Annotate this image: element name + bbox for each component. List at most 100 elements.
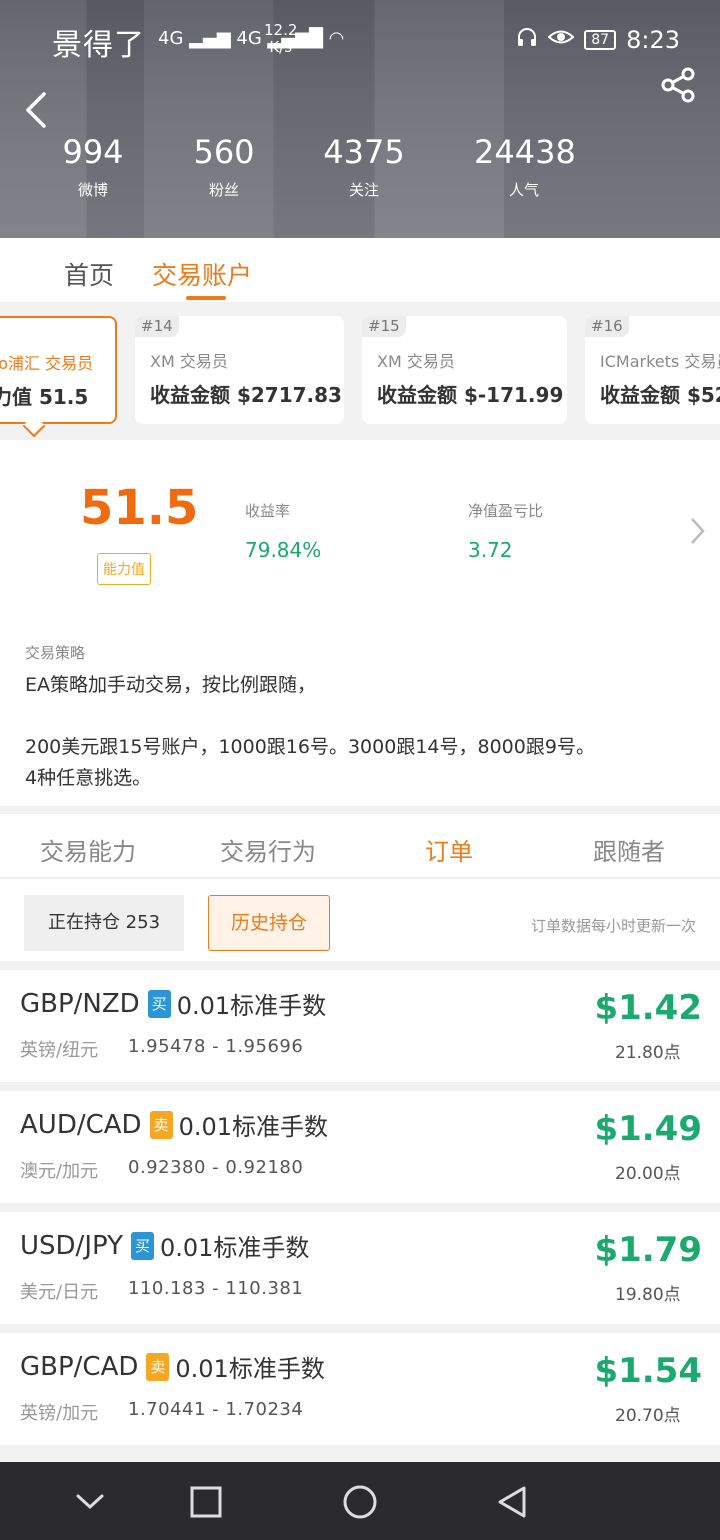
share-button[interactable] <box>660 66 698 104</box>
strategy-line: 4种任意挑选。 <box>25 767 152 789</box>
network-type-icon: 4G <box>158 28 184 49</box>
strategy-description: EA策略加手动交易，按比例跟随， 200美元跟15号账户，1000跟16号。30… <box>25 670 705 794</box>
order-filter-bar: 正在持仓 253 历史持仓 订单数据每小时更新一次 <box>0 879 720 961</box>
currency-pair: AUD/CAD <box>20 1109 142 1140</box>
share-icon <box>661 67 695 103</box>
currency-pair-chinese: 澳元/加元 <box>20 1161 99 1182</box>
order-profit: $1.79 <box>594 1230 702 1270</box>
nav-home-button[interactable] <box>342 1484 378 1520</box>
signal-bars-icon: ▂▄▆ <box>189 28 231 49</box>
stat-label: 关注 <box>348 181 379 199</box>
status-right-group: 87 8:23 <box>516 26 680 54</box>
account-amount: 收益金额 $52 <box>600 383 720 407</box>
triangle-back-icon <box>498 1486 526 1518</box>
back-button[interactable] <box>22 90 52 130</box>
network-speed-value: 12.2 <box>264 21 298 39</box>
ability-score-badge: 能力值 <box>97 553 151 585</box>
order-row[interactable]: USD/JPY 买 0.01标准手数 美元/日元 110.183 - 110.3… <box>0 1212 720 1324</box>
current-positions-button[interactable]: 正在持仓 253 <box>24 895 184 951</box>
update-frequency-note: 订单数据每小时更新一次 <box>530 917 696 935</box>
order-profit: $1.54 <box>594 1351 702 1391</box>
order-row[interactable]: AUD/CAD 卖 0.01标准手数 澳元/加元 0.92380 - 0.921… <box>0 1091 720 1203</box>
summary-detail-button[interactable] <box>688 516 708 546</box>
nav-recents-button[interactable] <box>188 1484 224 1520</box>
eye-comfort-icon <box>547 27 575 53</box>
account-card[interactable]: #16 ICMarkets 交易员 收益金额 $52 <box>585 316 720 424</box>
tab-followers[interactable]: 跟随者 <box>593 832 665 867</box>
lot-size: 0.01标准手数 <box>159 1234 310 1262</box>
currency-pair: GBP/CAD <box>20 1351 139 1382</box>
lot-size: 0.01标准手数 <box>175 1355 325 1383</box>
square-icon <box>190 1486 222 1518</box>
tab-trading-ability[interactable]: 交易能力 <box>40 832 136 867</box>
account-amount: 收益金额 $-171.99 <box>377 383 564 407</box>
order-points: 20.70点 <box>615 1406 681 1426</box>
system-navigation-bar <box>0 1462 720 1540</box>
order-points: 20.00点 <box>615 1164 681 1184</box>
account-card-carousel[interactable]: ro浦汇 交易员 力值 51.5 #14 XM 交易员 收益金额 $2717.8… <box>0 302 720 438</box>
order-points: 21.80点 <box>615 1043 681 1063</box>
currency-pair-chinese: 英镑/纽元 <box>20 1040 99 1061</box>
carrier-label: 景得了 <box>52 28 145 63</box>
chevron-right-icon <box>691 518 705 544</box>
tab-trading-account[interactable]: 交易账户 <box>152 256 252 292</box>
clock: 8:23 <box>626 26 680 54</box>
order-points: 19.80点 <box>615 1285 681 1305</box>
ability-score: 51.5 <box>80 480 199 536</box>
chevron-down-icon <box>76 1494 104 1510</box>
account-broker: XM 交易员 <box>150 352 228 371</box>
account-card-selected[interactable]: ro浦汇 交易员 力值 51.5 <box>0 316 117 424</box>
account-rank-badge: #14 <box>135 316 179 337</box>
strategy-line: 200美元跟15号账户，1000跟16号。3000跟14号，8000跟9号。 <box>25 736 595 758</box>
strategy-label: 交易策略 <box>25 644 86 662</box>
history-positions-button[interactable]: 历史持仓 <box>208 895 330 951</box>
buy-side-badge: 买 <box>130 1231 154 1260</box>
account-amount: 力值 51.5 <box>0 385 89 409</box>
stat-fans[interactable]: 560 粉丝 <box>193 133 255 200</box>
currency-pair-chinese: 美元/日元 <box>20 1282 99 1303</box>
account-broker: ro浦汇 交易员 <box>0 354 94 373</box>
currency-pair: USD/JPY <box>20 1230 123 1261</box>
order-row[interactable]: GBP/NZD 买 0.01标准手数 英镑/纽元 1.95478 - 1.956… <box>0 970 720 1082</box>
stat-label: 微博 <box>77 181 108 199</box>
stat-label: 粉丝 <box>208 181 239 199</box>
currency-pair: GBP/NZD <box>20 988 140 1019</box>
return-rate-label: 收益率 <box>245 502 291 520</box>
network-speed: 12.2 K/s <box>264 22 297 56</box>
profile-header: 景得了 4G ▂▄▆ 4G ▂▄▆█ ◠ 12.2 K/s 87 8:23 99… <box>0 0 720 238</box>
nav-back-button[interactable] <box>494 1484 530 1520</box>
stat-popularity[interactable]: 24438 人气 <box>474 133 576 200</box>
stat-following[interactable]: 4375 关注 <box>323 133 405 200</box>
stat-value: 24438 <box>474 133 576 171</box>
battery-icon: 87 <box>584 30 617 50</box>
chevron-left-icon <box>26 92 46 128</box>
stat-value: 4375 <box>323 133 405 171</box>
tab-orders[interactable]: 订单 <box>425 832 473 867</box>
stat-weibo[interactable]: 994 微博 <box>62 133 124 200</box>
order-profit: $1.42 <box>594 988 702 1028</box>
account-card[interactable]: #15 XM 交易员 收益金额 $-171.99 <box>362 316 567 424</box>
lot-size: 0.01标准手数 <box>176 992 327 1020</box>
sell-side-badge: 卖 <box>146 1352 170 1381</box>
stat-label: 人气 <box>508 181 539 199</box>
order-row[interactable]: GBP/CAD 卖 0.01标准手数 英镑/加元 1.70441 - 1.702… <box>0 1333 720 1445</box>
nav-collapse-button[interactable] <box>72 1484 108 1520</box>
signal-icons: 4G ▂▄▆ 4G ▂▄▆█ ◠ <box>158 28 344 49</box>
return-rate-value: 79.84% <box>245 538 322 562</box>
order-profit: $1.49 <box>594 1109 702 1149</box>
equity-ratio-label: 净值盈亏比 <box>468 502 544 520</box>
account-rank-badge: #15 <box>362 316 406 337</box>
circle-icon <box>343 1485 377 1519</box>
account-card[interactable]: #14 XM 交易员 收益金额 $2717.83 <box>135 316 344 424</box>
buy-side-badge: 买 <box>147 989 171 1018</box>
sell-side-badge: 卖 <box>149 1110 173 1139</box>
tab-home[interactable]: 首页 <box>64 256 114 292</box>
active-tab-indicator <box>186 296 226 300</box>
status-bar: 景得了 4G ▂▄▆ 4G ▂▄▆█ ◠ 12.2 K/s 87 8:23 <box>0 18 720 64</box>
account-rank-badge: #16 <box>585 316 629 337</box>
price-range: 1.95478 - 1.95696 <box>128 1036 304 1057</box>
headphones-icon <box>516 26 538 54</box>
stat-value: 560 <box>193 133 255 171</box>
tab-trading-behavior[interactable]: 交易行为 <box>220 832 316 867</box>
section-tab-bar: 交易能力 交易行为 订单 跟随者 <box>0 814 720 878</box>
